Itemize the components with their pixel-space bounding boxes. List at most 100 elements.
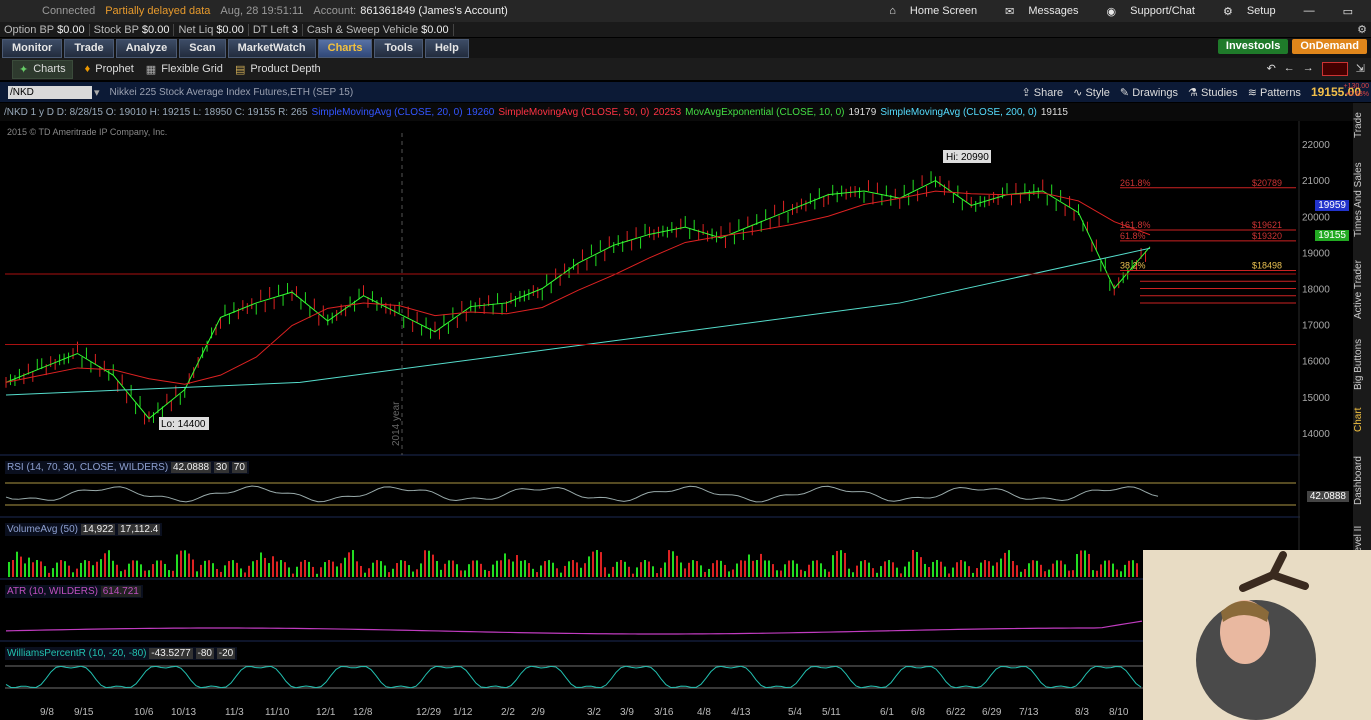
y-tick-label: 20000 [1302,212,1330,223]
volume-bar [464,570,466,577]
net-liq: Net Liq $0.00 [174,23,249,36]
maximize-icon[interactable]: ▭ [1343,5,1353,18]
subtab-product-depth[interactable]: ▤ Product Depth [235,63,321,76]
volume-bar [116,564,118,577]
patterns-button[interactable]: ≋ Patterns [1248,86,1301,99]
tab-charts[interactable]: Charts [317,38,373,58]
x-tick-label: 2/9 [531,707,545,718]
side-tab-chart[interactable]: Chart [1353,403,1371,437]
fib-pct: 38.2% [1120,261,1146,271]
drawings-button[interactable]: ✎ Drawings [1120,86,1178,99]
tab-marketwatch[interactable]: MarketWatch [227,38,316,58]
tab-analyze[interactable]: Analyze [115,38,178,58]
volume-bar [348,552,350,577]
volume-bar [104,553,106,577]
prev-icon[interactable]: ← [1284,62,1295,76]
layout-icon[interactable] [1321,62,1348,76]
volume-bar [208,560,210,577]
share-button[interactable]: ⇪ Share [1022,86,1064,99]
sma20-value: 19260 [466,106,495,118]
volume-bar [608,573,610,577]
expand-icon[interactable]: ⇲ [1356,62,1365,76]
volume-bar [444,563,446,577]
price-change: +130.00 +0.68% [1343,83,1370,98]
tab-trade[interactable]: Trade [64,38,114,58]
minimize-icon[interactable]: — [1304,5,1315,17]
support-chat-link[interactable]: ◉ Support/Chat [1107,5,1205,18]
side-tab-active-trader[interactable]: Active Trader [1353,255,1371,325]
volume-bar [472,560,474,577]
instrument-description: Nikkei 225 Stock Average Index Futures,E… [109,86,354,98]
volume-bar [196,571,198,577]
volume-bar [428,550,430,577]
volume-bar [244,572,246,577]
sma50-label[interactable]: SimpleMovingAvg (CLOSE, 50, 0) [498,107,649,118]
symbol-input[interactable]: /NKD [8,85,92,99]
ondemand-button[interactable]: OnDemand [1292,39,1367,54]
volume-label[interactable]: VolumeAvg (50) 14,922 17,112.4 [5,523,163,536]
volume-bar [596,550,598,577]
subtab-prophet[interactable]: ♦ Prophet [85,63,134,75]
tab-help[interactable]: Help [424,38,469,58]
sma20-label[interactable]: SimpleMovingAvg (CLOSE, 20, 0) [312,107,463,118]
side-tab-dashboard[interactable]: Dashboard [1353,453,1371,509]
subtab-flexible-grid[interactable]: ▦ Flexible Grid [146,63,223,76]
volume-bar [1056,560,1058,577]
side-tab-times-and-sales[interactable]: Times And Sales [1353,155,1371,245]
atr-label[interactable]: ATR (10, WILDERS) 614.721 [5,585,143,598]
tab-tools[interactable]: Tools [374,38,423,58]
volume-bar [740,560,742,577]
volume-bar [592,551,594,577]
volume-bar [160,560,162,577]
volume-bar [1120,571,1122,577]
share-icon: ⇪ [1021,86,1031,99]
subtab-charts[interactable]: ✦ Charts [12,59,73,79]
settings-icon[interactable]: ⚙ [1357,23,1367,36]
volume-bar [56,562,58,577]
investools-button[interactable]: Investools [1217,39,1289,54]
williams-label[interactable]: WilliamsPercentR (10, -20, -80) -43.5277… [5,647,238,660]
volume-bar [792,560,794,577]
volume-bar [132,560,134,577]
side-tab-trade[interactable]: Trade [1353,107,1371,143]
sma200-label[interactable]: SimpleMovingAvg (CLOSE, 200, 0) [880,107,1037,118]
messages-link[interactable]: ✉ Messages [1005,5,1088,18]
ema10-label[interactable]: MovAvgExponential (CLOSE, 10, 0) [685,107,844,118]
volume-bar [372,562,374,577]
fib-pct: 261.8% [1120,178,1151,188]
volume-bar [308,561,310,577]
volume-bar [1072,570,1074,577]
volume-bar [276,561,278,577]
back-icon[interactable]: ↶ [1267,62,1276,76]
rsi-label[interactable]: RSI (14, 70, 30, CLOSE, WILDERS) 42.0888… [5,461,249,474]
volume-bar [256,560,258,577]
volume-bar [220,571,222,577]
volume-bar [452,560,454,577]
volume-bar [1100,564,1102,577]
chart-header: /NKD ▾ Nikkei 225 Stock Average Index Fu… [0,82,1371,102]
volume-bar [816,560,818,577]
tab-scan[interactable]: Scan [179,38,226,58]
volume-bar [756,560,758,577]
x-tick-label: 4/13 [731,707,751,718]
setup-link[interactable]: ⚙ Setup [1223,5,1286,18]
volume-bar [600,552,602,577]
volume-bar [632,573,634,577]
volume-bar [788,560,790,577]
next-icon[interactable]: → [1303,62,1314,76]
symbol-dropdown-icon[interactable]: ▾ [94,86,100,99]
studies-button[interactable]: ⚗ Studies [1188,86,1238,99]
x-tick-label: 6/29 [982,707,1002,718]
volume-bar [1048,569,1050,577]
home-screen-link[interactable]: ⌂ Home Screen [889,5,987,17]
account-selector[interactable]: 861361849 (James's Account) [360,5,508,17]
fib-pct: 161.8% [1120,220,1151,230]
tab-monitor[interactable]: Monitor [2,38,63,58]
volume-bar [820,563,822,577]
volume-bar [584,563,586,577]
volume-bar [528,563,530,577]
style-button[interactable]: ∿ Style [1073,86,1110,99]
volume-bar [484,569,486,577]
volume-bar [140,564,142,577]
side-tab-big-buttons[interactable]: Big Buttons [1353,333,1371,395]
